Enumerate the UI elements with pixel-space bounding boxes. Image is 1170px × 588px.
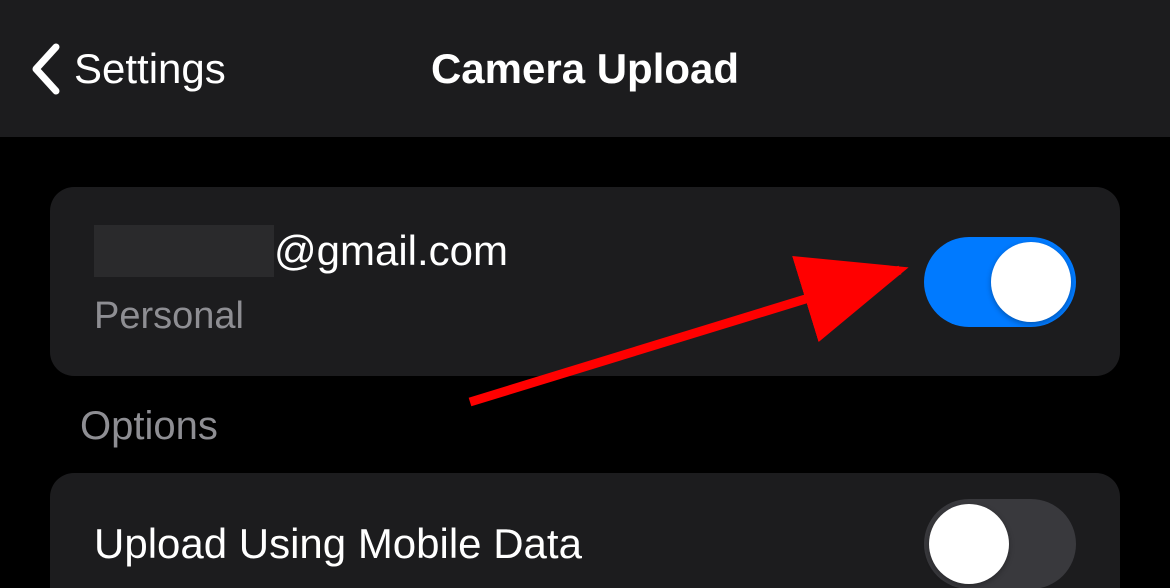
account-info: @gmail.com Personal: [94, 225, 508, 338]
email-domain-text: @gmail.com: [274, 227, 508, 275]
camera-upload-toggle[interactable]: [924, 237, 1076, 327]
toggle-knob: [929, 504, 1009, 584]
mobile-data-row: Upload Using Mobile Data: [50, 473, 1120, 588]
back-label: Settings: [74, 45, 226, 93]
back-button[interactable]: Settings: [30, 43, 226, 95]
mobile-data-toggle[interactable]: [924, 499, 1076, 588]
toggle-knob: [991, 242, 1071, 322]
account-email: @gmail.com: [94, 225, 508, 277]
options-section-header: Options: [50, 376, 1120, 473]
content-area: @gmail.com Personal Options Upload Using…: [0, 137, 1170, 588]
mobile-data-label: Upload Using Mobile Data: [94, 520, 582, 568]
page-title: Camera Upload: [431, 45, 739, 93]
account-card: @gmail.com Personal: [50, 187, 1120, 376]
redacted-username: [94, 225, 274, 277]
account-type-label: Personal: [94, 295, 508, 338]
chevron-left-icon: [30, 43, 62, 95]
navigation-bar: Settings Camera Upload: [0, 0, 1170, 137]
